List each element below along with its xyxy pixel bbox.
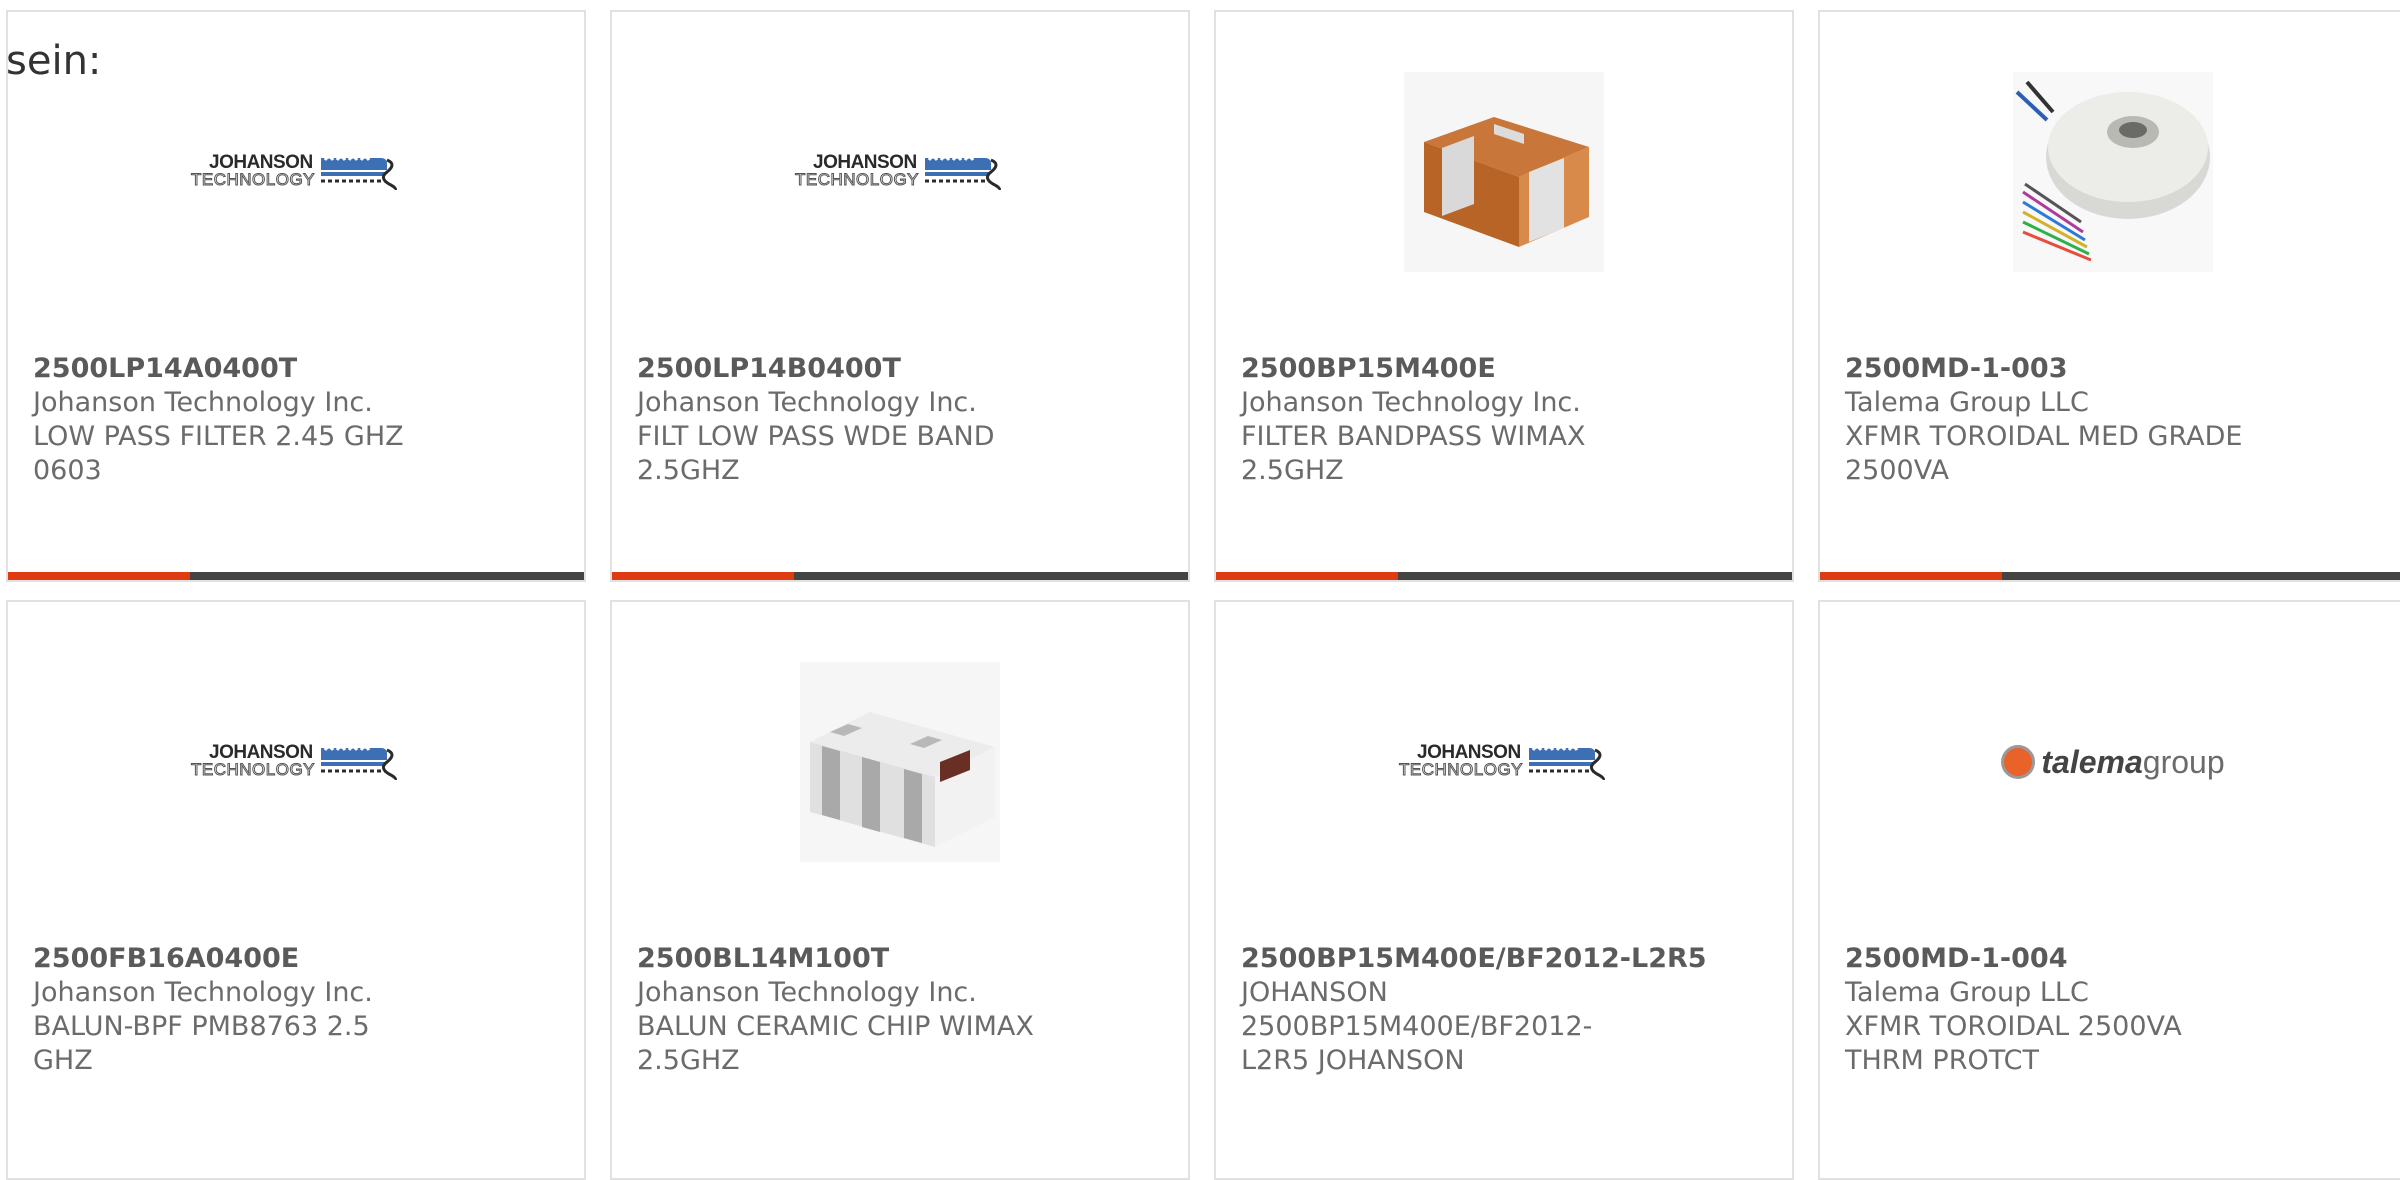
- card-accent: [1216, 572, 1398, 580]
- product-card[interactable]: talemagroup 2500MD-1-004 Talema Group LL…: [1818, 600, 2400, 1180]
- talema-logo: talemagroup: [2001, 744, 2225, 781]
- part-number[interactable]: 2500BP15M400E/BF2012-L2R5: [1241, 943, 1707, 974]
- johanson-logo: JOHANSON TECHNOLOGY: [794, 152, 1005, 192]
- manufacturer: Johanson Technology Inc.: [637, 387, 977, 418]
- intro-text: sein:: [6, 38, 102, 84]
- johanson-logo: JOHANSON TECHNOLOGY: [190, 152, 401, 192]
- product-thumbnail[interactable]: JOHANSON TECHNOLOGY: [612, 72, 1188, 272]
- product-card[interactable]: JOHANSON TECHNOLOGY 2500LP14B0400T Johan…: [610, 10, 1190, 582]
- toroidal-transformer-image: [2013, 72, 2213, 272]
- card-bottom-bar: [1820, 572, 2400, 580]
- product-description: BALUN CERAMIC CHIP WIMAX 2.5GHZ: [637, 1011, 1034, 1076]
- product-card[interactable]: 2500MD-1-003 Talema Group LLC XFMR TOROI…: [1818, 10, 2400, 582]
- chip-component-image: [1404, 72, 1604, 272]
- product-description: FILTER BANDPASS WIMAX 2.5GHZ: [1241, 421, 1586, 486]
- manufacturer: Talema Group LLC: [1845, 977, 2089, 1008]
- card-bottom-bar: [612, 572, 1188, 580]
- product-thumbnail[interactable]: JOHANSON TECHNOLOGY: [8, 662, 584, 862]
- product-info: 2500LP14A0400T Johanson Technology Inc. …: [33, 352, 564, 488]
- product-thumbnail[interactable]: JOHANSON TECHNOLOGY: [8, 72, 584, 272]
- product-thumbnail[interactable]: JOHANSON TECHNOLOGY: [1216, 662, 1792, 862]
- part-number[interactable]: 2500FB16A0400E: [33, 943, 299, 974]
- product-info: 2500MD-1-003 Talema Group LLC XFMR TOROI…: [1845, 352, 2386, 488]
- card-bottom-bar: [8, 572, 584, 580]
- part-number[interactable]: 2500BL14M100T: [637, 943, 889, 974]
- manufacturer: Johanson Technology Inc.: [33, 387, 373, 418]
- product-info: 2500BP15M400E Johanson Technology Inc. F…: [1241, 352, 1772, 488]
- product-thumbnail[interactable]: [612, 662, 1188, 862]
- product-thumbnail[interactable]: talemagroup: [1820, 662, 2400, 862]
- product-description: XFMR TOROIDAL 2500VA THRM PROTCT: [1845, 1011, 2182, 1076]
- part-number[interactable]: 2500MD-1-003: [1845, 353, 2068, 384]
- johanson-logo: JOHANSON TECHNOLOGY: [190, 742, 401, 782]
- part-number[interactable]: 2500LP14B0400T: [637, 353, 901, 384]
- card-accent: [8, 572, 190, 580]
- ceramic-balun-image: [800, 662, 1000, 862]
- product-description: XFMR TOROIDAL MED GRADE 2500VA: [1845, 421, 2243, 486]
- manufacturer: Johanson Technology Inc.: [1241, 387, 1581, 418]
- manufacturer: Talema Group LLC: [1845, 387, 2089, 418]
- product-thumbnail[interactable]: [1820, 72, 2400, 272]
- product-description: BALUN-BPF PMB8763 2.5 GHZ: [33, 1011, 370, 1076]
- product-description: 2500BP15M400E/BF2012-L2R5 JOHANSON: [1241, 1011, 1593, 1076]
- wave-icon: [321, 155, 397, 190]
- product-info: 2500BL14M100T Johanson Technology Inc. B…: [637, 942, 1168, 1078]
- product-info: 2500FB16A0400E Johanson Technology Inc. …: [33, 942, 564, 1078]
- card-accent: [1820, 572, 2002, 580]
- wave-icon: [925, 155, 1001, 190]
- card-accent: [612, 572, 794, 580]
- product-info: 2500LP14B0400T Johanson Technology Inc. …: [637, 352, 1168, 488]
- product-info: 2500BP15M400E/BF2012-L2R5 JOHANSON 2500B…: [1241, 942, 1772, 1078]
- product-card[interactable]: JOHANSON TECHNOLOGY 2500FB16A0400E Johan…: [6, 600, 586, 1180]
- product-card[interactable]: 2500BL14M100T Johanson Technology Inc. B…: [610, 600, 1190, 1180]
- part-number[interactable]: 2500BP15M400E: [1241, 353, 1496, 384]
- johanson-logo: JOHANSON TECHNOLOGY: [1398, 742, 1609, 782]
- product-grid: JOHANSON TECHNOLOGY 2500LP14A0400T Johan…: [0, 0, 2400, 1180]
- wave-icon: [1529, 745, 1605, 780]
- product-description: FILT LOW PASS WDE BAND 2.5GHZ: [637, 421, 995, 486]
- wave-icon: [321, 745, 397, 780]
- product-info: 2500MD-1-004 Talema Group LLC XFMR TOROI…: [1845, 942, 2386, 1078]
- manufacturer: Johanson Technology Inc.: [33, 977, 373, 1008]
- product-card[interactable]: 2500BP15M400E Johanson Technology Inc. F…: [1214, 10, 1794, 582]
- manufacturer: Johanson Technology Inc.: [637, 977, 977, 1008]
- product-description: LOW PASS FILTER 2.45 GHZ 0603: [33, 421, 404, 486]
- product-card[interactable]: JOHANSON TECHNOLOGY 2500BP15M400E/BF2012…: [1214, 600, 1794, 1180]
- talema-circle-icon: [2001, 745, 2036, 779]
- manufacturer: JOHANSON: [1241, 977, 1388, 1008]
- part-number[interactable]: 2500LP14A0400T: [33, 353, 297, 384]
- card-bottom-bar: [1216, 572, 1792, 580]
- product-thumbnail[interactable]: [1216, 72, 1792, 272]
- part-number[interactable]: 2500MD-1-004: [1845, 943, 2068, 974]
- product-card[interactable]: JOHANSON TECHNOLOGY 2500LP14A0400T Johan…: [6, 10, 586, 582]
